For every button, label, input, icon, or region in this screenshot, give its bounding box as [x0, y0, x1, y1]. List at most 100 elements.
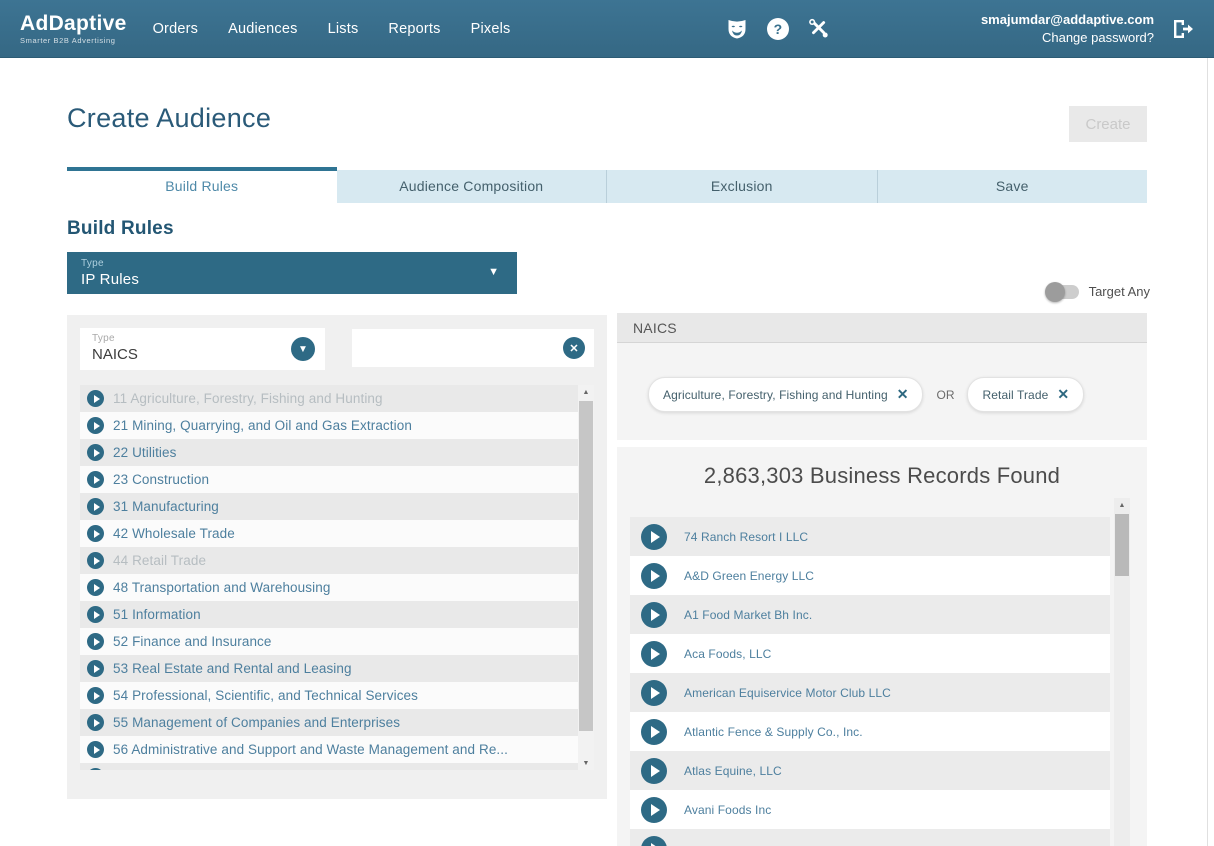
naics-list-item[interactable]: 11 Agriculture, Forestry, Fishing and Hu…: [80, 385, 578, 412]
naics-list-item[interactable]: 44 Retail Trade: [80, 547, 578, 574]
naics-search-input[interactable]: [352, 329, 594, 367]
naics-list-item[interactable]: 23 Construction: [80, 466, 578, 493]
naics-list-item[interactable]: 31 Manufacturing: [80, 493, 578, 520]
expand-play-icon[interactable]: [87, 498, 104, 515]
tab-exclusion[interactable]: Exclusion: [606, 170, 877, 203]
expand-play-icon[interactable]: [641, 562, 667, 589]
expand-play-icon[interactable]: [87, 417, 104, 434]
business-records-list: 74 Ranch Resort I LLC A&D Green Energy L…: [630, 517, 1110, 846]
expand-play-icon[interactable]: [87, 471, 104, 488]
naics-list-item[interactable]: 56 Administrative and Support and Waste …: [80, 736, 578, 763]
business-record-row[interactable]: Avani Foods Inc: [630, 790, 1110, 829]
naics-list-scrollbar[interactable]: ▲ ▼: [578, 385, 594, 770]
nav-reports[interactable]: Reports: [388, 21, 440, 37]
tab-build-rules[interactable]: Build Rules: [67, 167, 337, 203]
nav-pixels[interactable]: Pixels: [471, 21, 511, 37]
expand-play-icon[interactable]: [87, 633, 104, 650]
target-any-label: Target Any: [1088, 284, 1150, 299]
business-record-row[interactable]: A1 Food Market Bh Inc.: [630, 595, 1110, 634]
expand-play-icon[interactable]: [641, 601, 667, 628]
expand-play-icon[interactable]: [87, 390, 104, 407]
nav-lists[interactable]: Lists: [328, 21, 359, 37]
create-button[interactable]: Create: [1069, 106, 1147, 142]
expand-play-icon[interactable]: [87, 606, 104, 623]
addaptive-logo[interactable]: AdDaptive Smarter B2B Advertising: [20, 13, 127, 45]
business-record-row[interactable]: Atlantic Fence & Supply Co., Inc.: [630, 712, 1110, 751]
naics-list-item[interactable]: 52 Finance and Insurance: [80, 628, 578, 655]
business-record-row[interactable]: Atlas Equine, LLC: [630, 751, 1110, 790]
nav-audiences[interactable]: Audiences: [228, 21, 298, 37]
naics-list-item[interactable]: 22 Utilities: [80, 439, 578, 466]
rule-type-dropdown[interactable]: Type IP Rules ▼: [67, 252, 517, 294]
business-record-row[interactable]: American Equiservice Motor Club LLC: [630, 673, 1110, 712]
scroll-up-icon[interactable]: ▲: [578, 385, 594, 399]
expand-play-icon[interactable]: [641, 718, 667, 745]
nav-orders[interactable]: Orders: [153, 21, 199, 37]
business-record-row[interactable]: [630, 829, 1110, 846]
naics-list-item[interactable]: 55 Management of Companies and Enterpris…: [80, 709, 578, 736]
expand-play-icon[interactable]: [87, 552, 104, 569]
expand-play-icon[interactable]: [87, 714, 104, 731]
business-name: Avani Foods Inc: [684, 802, 772, 817]
category-type-dropdown[interactable]: Type NAICS ▼: [80, 328, 325, 370]
naics-browser-panel: Type NAICS ▼ ✕ 11 Agriculture, Forestry,…: [67, 315, 607, 799]
mask-icon[interactable]: [725, 17, 749, 41]
business-record-row[interactable]: 74 Ranch Resort I LLC: [630, 517, 1110, 556]
expand-play-icon[interactable]: [87, 525, 104, 542]
target-any-toggle[interactable]: [1044, 281, 1079, 302]
business-name: 74 Ranch Resort I LLC: [684, 529, 809, 544]
scroll-down-icon[interactable]: ▼: [578, 756, 594, 770]
help-icon[interactable]: ?: [766, 17, 790, 41]
expand-play-icon[interactable]: [87, 768, 104, 770]
naics-list-item[interactable]: [80, 763, 578, 770]
tab-save[interactable]: Save: [876, 170, 1147, 203]
remove-chip-icon[interactable]: ✕: [1057, 386, 1069, 403]
expand-play-icon[interactable]: [87, 660, 104, 677]
expand-play-icon[interactable]: [641, 757, 667, 784]
expand-play-icon[interactable]: [641, 523, 667, 550]
naics-list-item[interactable]: 48 Transportation and Warehousing: [80, 574, 578, 601]
build-rules-body: Type NAICS ▼ ✕ 11 Agriculture, Forestry,…: [67, 313, 1147, 846]
expand-play-icon[interactable]: [87, 444, 104, 461]
naics-list-item[interactable]: 42 Wholesale Trade: [80, 520, 578, 547]
page-title: Create Audience: [67, 103, 272, 133]
category-type-value: NAICS: [92, 346, 138, 363]
page-scrollbar-track[interactable]: [1207, 58, 1208, 846]
logout-icon[interactable]: [1170, 17, 1194, 41]
create-audience-page: AdDaptive Smarter B2B Advertising Orders…: [0, 0, 1214, 846]
expand-play-icon[interactable]: [641, 835, 667, 846]
brand-tagline: Smarter B2B Advertising: [20, 35, 116, 45]
expand-play-icon[interactable]: [641, 679, 667, 706]
expand-play-icon[interactable]: [641, 640, 667, 667]
expand-play-icon[interactable]: [641, 796, 667, 823]
naics-item-label: 54 Professional, Scientific, and Technic…: [113, 688, 419, 703]
naics-item-label: 44 Retail Trade: [113, 553, 207, 568]
scrollbar-thumb[interactable]: [1115, 514, 1129, 576]
records-scrollbar[interactable]: ▲: [1114, 498, 1130, 846]
business-record-row[interactable]: Aca Foods, LLC: [630, 634, 1110, 673]
naics-list-item[interactable]: 21 Mining, Quarrying, and Oil and Gas Ex…: [80, 412, 578, 439]
toggle-knob: [1044, 281, 1065, 302]
caret-down-icon[interactable]: ▼: [291, 337, 315, 361]
expand-play-icon[interactable]: [87, 741, 104, 758]
navbar-right: ? smajumdar@addaptive.com Change passwor…: [725, 11, 1194, 46]
remove-chip-icon[interactable]: ✕: [897, 386, 909, 403]
scrollbar-thumb[interactable]: [579, 401, 593, 731]
naics-list-item[interactable]: 53 Real Estate and Rental and Leasing: [80, 655, 578, 682]
expand-play-icon[interactable]: [87, 579, 104, 596]
user-email: smajumdar@addaptive.com: [980, 11, 1154, 27]
tab-audience-composition[interactable]: Audience Composition: [336, 170, 606, 203]
change-password-link[interactable]: Change password?: [981, 29, 1154, 47]
expand-play-icon[interactable]: [87, 687, 104, 704]
naics-item-label: 48 Transportation and Warehousing: [113, 580, 331, 595]
naics-controls: Type NAICS ▼ ✕: [80, 328, 594, 370]
business-record-row[interactable]: A&D Green Energy LLC: [630, 556, 1110, 595]
naics-list-item[interactable]: 51 Information: [80, 601, 578, 628]
naics-list-item[interactable]: 54 Professional, Scientific, and Technic…: [80, 682, 578, 709]
tools-icon[interactable]: [807, 17, 831, 41]
naics-item-label: 22 Utilities: [113, 445, 177, 460]
clear-search-icon[interactable]: ✕: [563, 337, 585, 359]
scroll-up-icon[interactable]: ▲: [1114, 498, 1130, 512]
naics-search: ✕: [352, 329, 594, 367]
or-operator-label: OR: [936, 387, 955, 402]
